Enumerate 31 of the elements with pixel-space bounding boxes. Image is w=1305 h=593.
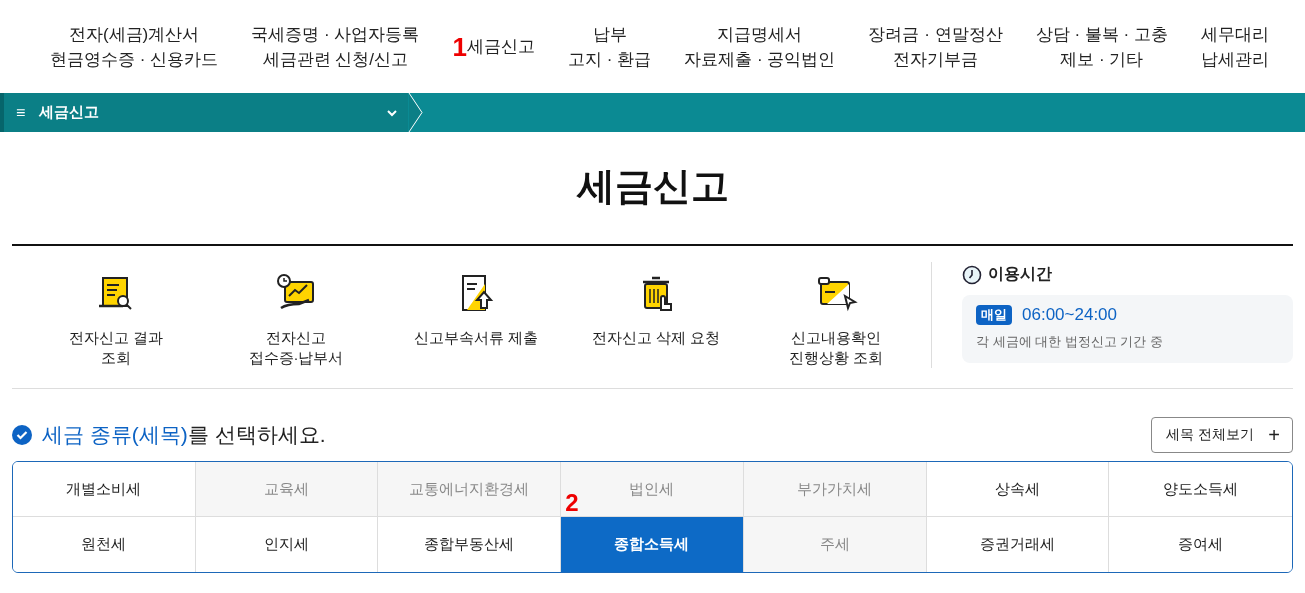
check-circle-icon xyxy=(12,425,32,445)
nav-menu-item[interactable]: 전자(세금)계산서 현금영수증 · 신용카드 xyxy=(50,21,219,72)
quick-link[interactable]: 전자신고 접수증·납부서 xyxy=(206,262,386,368)
tax-type-cell[interactable]: 양도소득세 xyxy=(1109,462,1292,517)
quick-link[interactable]: 전자신고 결과 조회 xyxy=(26,262,206,368)
tax-type-cell[interactable]: 원천세 xyxy=(13,517,196,572)
chevron-down-icon xyxy=(386,108,398,117)
annotation-number: 2 xyxy=(565,491,579,515)
page-title: 세금신고 xyxy=(575,164,730,209)
quick-link[interactable]: 신고내용확인 진행상황 조회 xyxy=(746,262,926,368)
service-hours: 06:00~24:00 xyxy=(1022,305,1117,325)
nav-menu-item[interactable]: 상담 · 불복 · 고충 제보 · 기타 xyxy=(1035,21,1168,72)
nav-menu-item[interactable]: 세무대리 납세관리 xyxy=(1201,21,1269,72)
quick-link[interactable]: 전자신고 삭제 요청 xyxy=(566,262,746,368)
hours-title: 이용시간 xyxy=(988,264,1052,284)
tax-type-cell[interactable]: 종합소득세 xyxy=(561,517,744,572)
nav-menu-item[interactable]: 1세금신고 xyxy=(452,33,535,60)
hours-note: 각 세금에 대한 법정신고 기간 중 xyxy=(976,333,1165,351)
nav-menu-item[interactable]: 장려금 · 연말정산 전자기부금 xyxy=(868,21,1003,72)
nav-menu-item[interactable]: 지급명세서 자료제출 · 공익법인 xyxy=(684,21,836,72)
nav-menu-item[interactable]: 국세증명 · 사업자등록 세금관련 신청/신고 xyxy=(251,21,420,72)
quick-link[interactable]: 신고부속서류 제출 xyxy=(386,262,566,368)
daily-badge: 매일 xyxy=(976,305,1012,325)
view-all-button[interactable]: 세목 전체보기 + xyxy=(1151,417,1293,453)
annotation-number: 1 xyxy=(452,33,467,60)
clock-icon xyxy=(962,264,982,285)
section-heading: 세금 종류(세목)를 선택하세요. xyxy=(42,422,326,448)
nav-menu-item[interactable]: 납부 고지 · 환급 xyxy=(568,21,652,72)
breadcrumb-separator-icon xyxy=(408,93,424,132)
tax-type-cell[interactable]: 개별소비세 xyxy=(13,462,196,517)
tax-type-cell[interactable]: 상속세 xyxy=(926,462,1110,517)
